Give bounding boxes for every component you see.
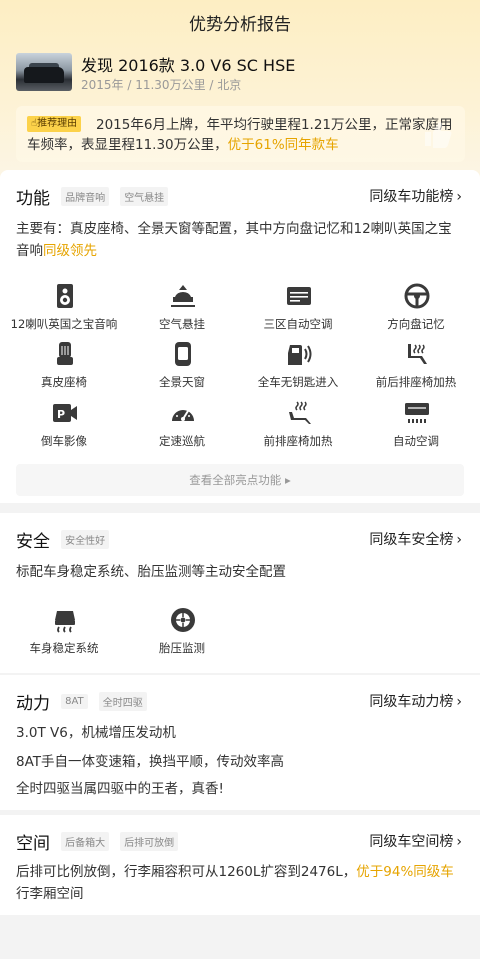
sunroof-icon bbox=[175, 342, 191, 366]
feature-label: 胎压监测 bbox=[159, 641, 205, 655]
feature-label: 倒车影像 bbox=[41, 434, 87, 448]
function-card: 功能 品牌音响 空气悬挂 同级车功能榜 › 主要有：真皮座椅、全景天窗等配置，其中… bbox=[0, 170, 480, 503]
power-card: 动力 8AT 全时四驱 同级车动力榜 › 3.0T V6，机械增压发动机 8AT手… bbox=[0, 675, 480, 810]
page-title: 优势分析报告 bbox=[189, 15, 291, 35]
reverse-camera-icon: P bbox=[53, 404, 77, 422]
function-rank-label: 同级车功能榜 bbox=[369, 189, 454, 205]
power-line: 3.0T V6，机械增压发动机 bbox=[16, 725, 176, 741]
feature-item[interactable]: 方向盘记忆 bbox=[356, 283, 476, 341]
power-line: 全时四驱当属四驱中的王者，真香! bbox=[16, 781, 224, 797]
feature-label: 全车无钥匙进入 bbox=[257, 375, 339, 389]
feature-item[interactable]: 全景天窗 bbox=[122, 341, 242, 399]
power-title: 动力 bbox=[16, 694, 50, 714]
svg-text:P: P bbox=[57, 408, 65, 421]
tire-pressure-icon bbox=[171, 608, 195, 632]
feature-item[interactable]: 三区自动空调 bbox=[238, 283, 358, 341]
view-all-features-button[interactable]: 查看全部亮点功能 ▸ bbox=[16, 464, 464, 496]
feature-item[interactable]: 车身稳定系统 bbox=[4, 607, 124, 665]
power-line: 8AT手自一体变速箱，换挡平顺，传动效率高 bbox=[16, 754, 285, 770]
function-card-header: 功能 品牌音响 空气悬挂 同级车功能榜 › bbox=[16, 184, 464, 209]
speaker-icon bbox=[57, 284, 73, 308]
space-card-header: 空间 后备箱大 后排可放倒 同级车空间榜 › bbox=[16, 829, 464, 854]
feature-label: 前排座椅加热 bbox=[263, 434, 333, 448]
steering-wheel-icon bbox=[404, 283, 430, 309]
feature-item[interactable]: 前排座椅加热 bbox=[238, 400, 358, 458]
car-thumbnail[interactable] bbox=[16, 53, 72, 91]
power-rank-label: 同级车动力榜 bbox=[369, 694, 454, 710]
feature-label: 空气悬挂 bbox=[159, 317, 205, 331]
power-tag: 8AT bbox=[61, 694, 88, 709]
power-rank-link[interactable]: 同级车动力榜 › bbox=[369, 691, 462, 711]
thumb-up-deco-icon bbox=[425, 122, 452, 148]
feature-item[interactable]: 胎压监测 bbox=[122, 607, 242, 665]
space-tag: 后备箱大 bbox=[61, 832, 110, 851]
leather-seat-icon bbox=[57, 342, 73, 365]
front-seat-heat-icon bbox=[289, 401, 311, 424]
power-card-header: 动力 8AT 全时四驱 同级车动力榜 › bbox=[16, 689, 464, 714]
space-desc: 后排可比例放倒，行李厢容积可从1260L扩容到2476L，优于94%同级车行李厢… bbox=[16, 861, 464, 905]
safety-rank-label: 同级车安全榜 bbox=[369, 532, 454, 548]
feature-item[interactable]: 全车无钥匙进入 bbox=[238, 341, 358, 399]
car-summary[interactable]: 发现 2016款 3.0 V6 SC HSE 2015年 / 11.30万公里 … bbox=[16, 52, 466, 92]
feature-label: 车身稳定系统 bbox=[29, 641, 99, 655]
feature-label: 自动空调 bbox=[393, 434, 439, 448]
power-tag: 全时四驱 bbox=[98, 692, 147, 711]
feature-label: 全景天窗 bbox=[159, 375, 205, 389]
chevron-right-icon: › bbox=[456, 189, 462, 205]
feature-label: 12喇叭英国之宝音响 bbox=[10, 317, 118, 331]
feature-label: 三区自动空调 bbox=[263, 317, 333, 331]
safety-desc: 标配车身稳定系统、胎压监测等主动安全配置 bbox=[16, 564, 286, 580]
auto-ac-icon bbox=[405, 403, 429, 423]
feature-item[interactable]: P 倒车影像 bbox=[4, 400, 124, 458]
feature-label: 定速巡航 bbox=[159, 434, 205, 448]
space-rank-label: 同级车空间榜 bbox=[369, 834, 454, 850]
car-meta: 2015年 / 11.30万公里 / 北京 bbox=[81, 78, 242, 92]
space-desc-tail: 行李厢空间 bbox=[16, 886, 84, 902]
safety-rank-link[interactable]: 同级车安全榜 › bbox=[369, 529, 462, 549]
function-tag: 空气悬挂 bbox=[120, 187, 169, 206]
car-name: 发现 2016款 3.0 V6 SC HSE bbox=[81, 56, 296, 75]
function-desc: 主要有：真皮座椅、全景天窗等配置，其中方向盘记忆和12喇叭英国之宝音响同级领先 bbox=[16, 218, 464, 262]
space-title: 空间 bbox=[16, 834, 50, 854]
space-desc-highlight: 优于94%同级车 bbox=[356, 864, 454, 880]
feature-item[interactable]: 空气悬挂 bbox=[122, 283, 242, 341]
recommend-reason-card: ☝推荐理由 2015年6月上牌，年平均行驶里程1.21万公里，正常家庭用车频率，… bbox=[16, 106, 465, 162]
space-rank-link[interactable]: 同级车空间榜 › bbox=[369, 831, 462, 851]
function-title: 功能 bbox=[16, 189, 50, 209]
space-tag: 后排可放倒 bbox=[120, 832, 179, 851]
keyless-door-icon bbox=[288, 345, 312, 365]
feature-item[interactable]: 自动空调 bbox=[356, 400, 476, 458]
recommend-text: 2015年6月上牌，年平均行驶里程1.21万公里，正常家庭用车频率，表显里程11… bbox=[27, 115, 459, 155]
function-rank-link[interactable]: 同级车功能榜 › bbox=[369, 186, 462, 206]
feature-label: 前后排座椅加热 bbox=[375, 375, 457, 389]
safety-tag: 安全性好 bbox=[61, 530, 110, 549]
stability-control-icon bbox=[55, 611, 75, 633]
feature-item[interactable]: 12喇叭英国之宝音响 bbox=[4, 283, 124, 341]
chevron-right-icon: › bbox=[456, 532, 462, 548]
space-desc-main: 后排可比例放倒，行李厢容积可从1260L扩容到2476L， bbox=[16, 864, 357, 880]
feature-label: 真皮座椅 bbox=[41, 375, 87, 389]
function-tag: 品牌音响 bbox=[61, 187, 110, 206]
chevron-right-icon: › bbox=[456, 834, 462, 850]
air-suspension-icon bbox=[171, 285, 195, 307]
space-card: 空间 后备箱大 后排可放倒 同级车空间榜 › 后排可比例放倒，行李厢容积可从126… bbox=[0, 815, 480, 915]
recommend-text-highlight: 优于61%同年款车 bbox=[227, 137, 339, 153]
chevron-right-icon: › bbox=[456, 694, 462, 710]
safety-card-header: 安全 安全性好 同级车安全榜 › bbox=[16, 527, 464, 552]
feature-item[interactable]: 真皮座椅 bbox=[4, 341, 124, 399]
ac-vent-icon bbox=[287, 287, 311, 305]
cruise-gauge-icon bbox=[172, 408, 194, 421]
feature-item[interactable]: 前后排座椅加热 bbox=[356, 341, 476, 399]
triangle-right-icon: ▸ bbox=[284, 473, 291, 487]
seat-heat-icon bbox=[408, 344, 427, 364]
safety-title: 安全 bbox=[16, 532, 50, 552]
view-all-label: 查看全部亮点功能 bbox=[189, 473, 282, 487]
feature-item[interactable]: 定速巡航 bbox=[122, 400, 242, 458]
function-desc-highlight: 同级领先 bbox=[43, 243, 97, 259]
feature-label: 方向盘记忆 bbox=[387, 317, 445, 331]
safety-card: 安全 安全性好 同级车安全榜 › 标配车身稳定系统、胎压监测等主动安全配置 车身稳… bbox=[0, 513, 480, 673]
